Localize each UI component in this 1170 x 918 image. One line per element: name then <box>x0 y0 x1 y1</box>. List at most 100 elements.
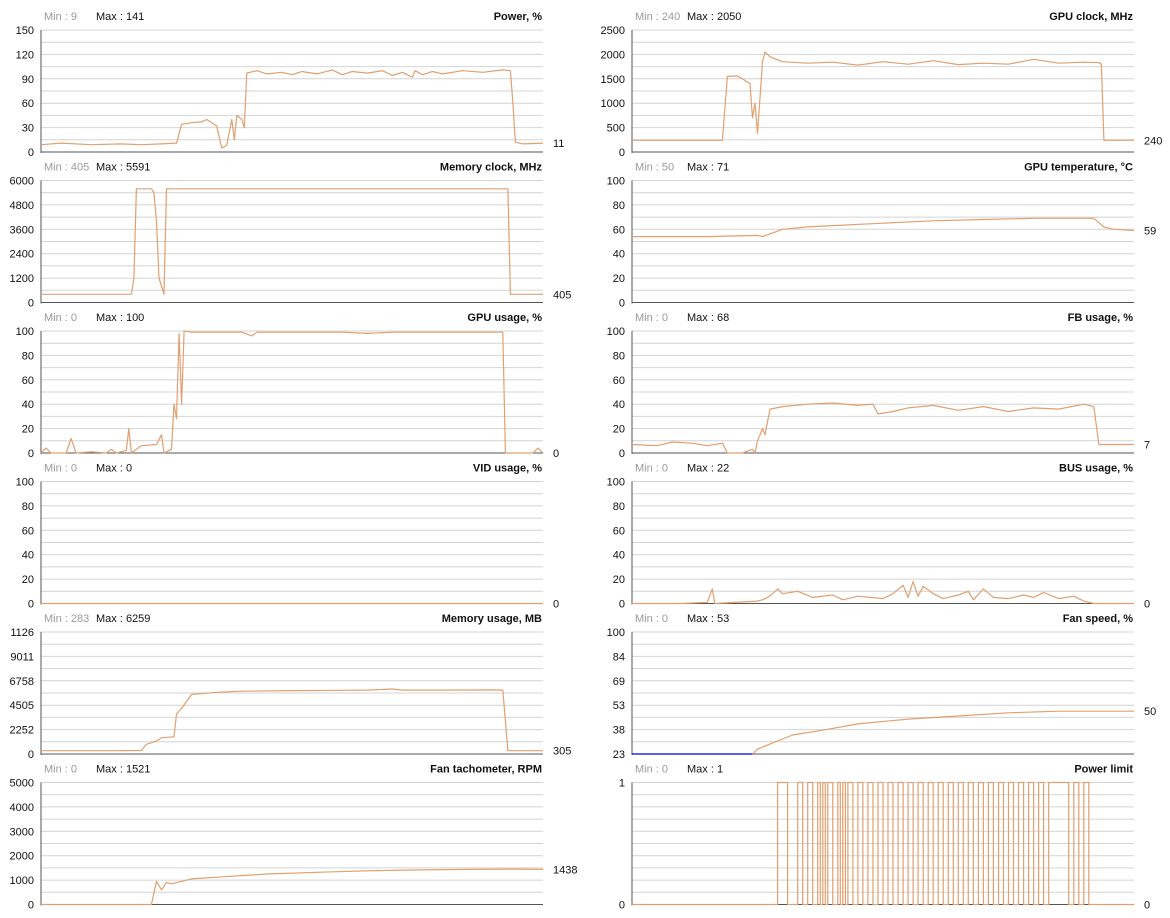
series-line <box>632 580 1134 605</box>
chart-panel: 2500 2000 1500 1000 500 0 Min : 240 Max : 2050 G… <box>601 11 1163 159</box>
y-tick-label: 60 <box>22 525 34 537</box>
y-tick-label: 0 <box>619 448 625 460</box>
y-tick-label: 20 <box>22 574 34 586</box>
max-label: Max : 1 <box>687 764 723 776</box>
y-tick-label: 4800 <box>10 200 34 212</box>
y-tick-label: 0 <box>28 749 34 761</box>
y-tick-label: 6000 <box>10 176 34 188</box>
max-label: Max : 2050 <box>687 11 741 23</box>
chart-title: Power limit <box>1074 764 1133 776</box>
chart-panel: 100 84 69 53 38 23 Min : 0 Max : 53 Fan speed, %… <box>607 613 1157 761</box>
chart-title: GPU clock, MHz <box>1049 11 1133 23</box>
y-tick-label: 80 <box>22 501 34 513</box>
min-label: Min : 50 <box>635 162 674 174</box>
y-tick-label: 30 <box>22 123 34 135</box>
y-tick-label: 60 <box>22 375 34 387</box>
y-tick-label: 2252 <box>10 725 34 737</box>
y-tick-label: 2500 <box>601 25 625 37</box>
chart-title: BUS usage, % <box>1059 463 1133 475</box>
chart-title: Power, % <box>494 11 543 23</box>
min-label: Min : 0 <box>635 764 668 776</box>
y-tick-label: 60 <box>613 224 625 236</box>
y-tick-label: 120 <box>16 49 34 61</box>
min-label: Min : 0 <box>44 312 77 324</box>
y-tick-label: 100 <box>16 326 34 338</box>
current-value: 59 <box>1144 226 1156 238</box>
y-tick-label: 0 <box>28 448 34 460</box>
chart-panel: 100 80 60 40 20 0 Min : 0 Max : 22 BUS usage, % 0 <box>607 463 1150 611</box>
min-label: Min : 240 <box>635 11 680 23</box>
chart-title: Fan tachometer, RPM <box>430 764 542 776</box>
y-tick-label: 100 <box>607 627 625 639</box>
chart-panel: 100 80 60 40 20 0 Min : 0 Max : 100 GPU usage, %… <box>16 312 559 460</box>
y-tick-label: 1500 <box>601 74 625 86</box>
y-tick-label: 6758 <box>10 676 34 688</box>
y-tick-label: 38 <box>613 725 625 737</box>
y-tick-label: 3000 <box>10 826 34 838</box>
y-tick-label: 40 <box>613 399 625 411</box>
y-tick-label: 90 <box>22 74 34 86</box>
max-label: Max : 53 <box>687 613 729 625</box>
chart-panel: 1 0 Min : 0 Max : 1 Power limit 0 <box>619 764 1150 912</box>
y-tick-label: 0 <box>619 298 625 310</box>
y-tick-label: 9011 <box>10 651 34 663</box>
chart-panel: 100 80 60 40 20 0 Min : 50 Max : 71 GPU temperat… <box>607 162 1157 310</box>
y-tick-label: 2400 <box>10 249 34 261</box>
series-line <box>632 51 1134 141</box>
y-tick-label: 1200 <box>10 273 34 285</box>
y-tick-label: 4505 <box>10 700 34 712</box>
y-tick-label: 60 <box>613 375 625 387</box>
chart-panel: 150 120 90 60 30 0 Min : 9 Max : 141 Power, % 11 <box>16 11 565 159</box>
monitoring-dashboard: 1501209060300Min : 9 Max : 141 Power, %112… <box>10 11 1163 912</box>
y-tick-label: 80 <box>613 501 625 513</box>
y-tick-label: 53 <box>613 700 625 712</box>
y-tick-label: 1126 <box>10 627 34 639</box>
chart-panel: 1126 9011 6758 4505 2252 0 Min : 283 Max : 6259… <box>10 613 572 761</box>
min-label: Min : 405 <box>44 162 89 174</box>
y-tick-label: 0 <box>619 599 625 611</box>
min-label: Min : 283 <box>44 613 89 625</box>
chart-panel: 6000 4800 3600 2400 1200 0 Min : 405 Max : 5591… <box>10 162 572 310</box>
y-tick-label: 100 <box>607 477 625 489</box>
series-line <box>40 69 544 149</box>
y-tick-label: 40 <box>613 550 625 562</box>
min-label: Min : 0 <box>635 613 668 625</box>
y-tick-label: 40 <box>22 399 34 411</box>
y-tick-label: 80 <box>613 350 625 362</box>
chart-title: VID usage, % <box>473 463 542 475</box>
min-label: Min : 0 <box>635 463 668 475</box>
chart-panel: 100 80 60 40 20 0 Min : 0 Max : 68 FB usage, % 7 <box>607 312 1150 460</box>
chart-panel: 100 80 60 40 20 0 Min : 0 Max : 0 VID usage, % 0 <box>16 463 559 611</box>
y-tick-label: 60 <box>22 98 34 110</box>
max-label: Max : 71 <box>687 162 729 174</box>
chart-title: Fan speed, % <box>1063 613 1134 625</box>
current-value: 0 <box>553 448 559 460</box>
series-line <box>631 402 1134 454</box>
chart-title: GPU usage, % <box>467 312 542 324</box>
min-label: Min : 0 <box>635 312 668 324</box>
y-tick-label: 0 <box>28 298 34 310</box>
y-tick-label: 1000 <box>10 875 34 887</box>
min-label: Min : 0 <box>44 764 77 776</box>
y-tick-label: 100 <box>607 326 625 338</box>
y-tick-label: 1 <box>619 778 625 790</box>
y-tick-label: 0 <box>619 147 625 159</box>
y-tick-label: 100 <box>607 176 625 188</box>
chart-title: FB usage, % <box>1068 312 1134 324</box>
y-tick-label: 5000 <box>10 778 34 790</box>
y-tick-label: 40 <box>22 550 34 562</box>
y-tick-label: 69 <box>613 676 625 688</box>
current-value: 405 <box>553 289 571 301</box>
y-tick-label: 20 <box>613 273 625 285</box>
y-tick-label: 40 <box>613 249 625 261</box>
current-value: 0 <box>1144 900 1150 912</box>
max-label: Max : 0 <box>96 463 132 475</box>
y-tick-label: 23 <box>613 749 625 761</box>
y-tick-label: 500 <box>607 123 625 135</box>
series-line <box>632 217 1135 238</box>
y-tick-label: 4000 <box>10 802 34 814</box>
current-value: 1438 <box>553 864 577 876</box>
chart-panel: 5000 4000 3000 2000 1000 0 Min : 0 Max : 1521 Fa… <box>10 764 578 912</box>
y-tick-label: 0 <box>619 900 625 912</box>
min-label: Min : 9 <box>44 11 77 23</box>
